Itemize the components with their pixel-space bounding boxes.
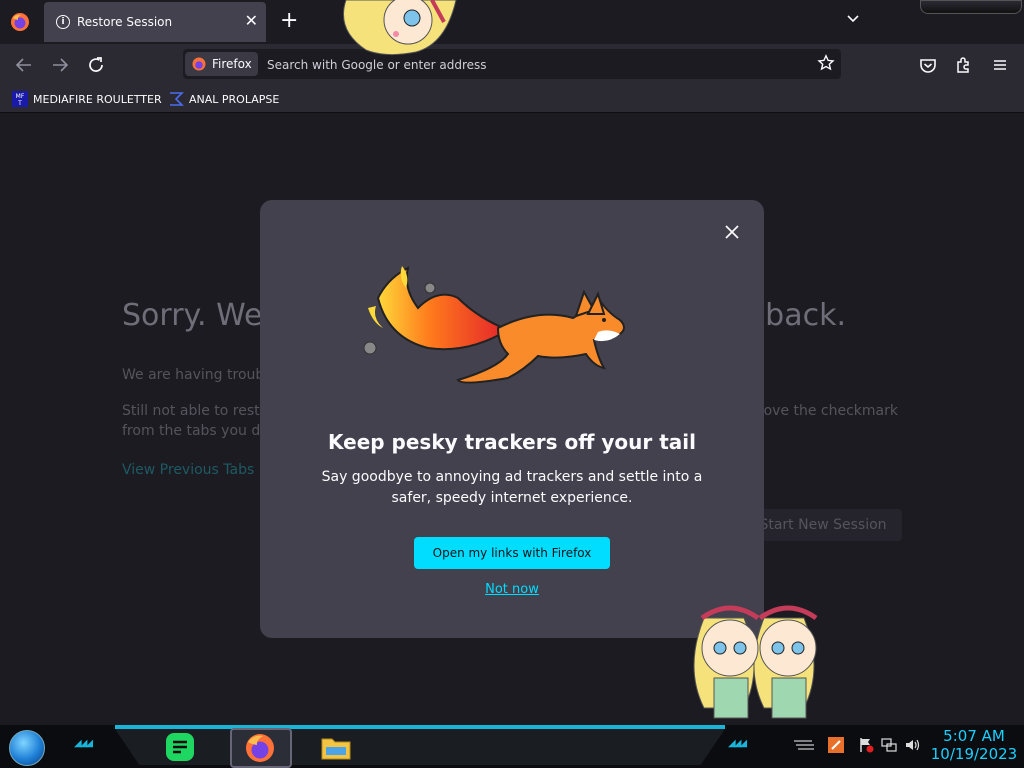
chevron-down-icon[interactable] <box>846 12 860 26</box>
sigma-favicon-icon <box>170 92 184 106</box>
flag-icon[interactable] <box>858 737 874 753</box>
extensions-icon[interactable] <box>952 53 976 77</box>
bookmark-label: MEDIAFIRE ROULETTER <box>33 92 162 106</box>
menu-icon[interactable] <box>988 53 1012 77</box>
firefox-icon <box>246 734 274 762</box>
tab-strip: i Restore Session ✕ + <box>0 0 1024 44</box>
page-text-line-1: We are having troubl <box>122 367 269 383</box>
svg-text:T: T <box>17 100 22 107</box>
address-input[interactable] <box>265 55 789 75</box>
clock-date: 10/19/2023 <box>930 745 1018 763</box>
line2-end: move the checkmark <box>749 403 898 419</box>
navigation-toolbar: Firefox <box>0 44 1024 86</box>
close-tab-icon[interactable]: ✕ <box>245 11 258 30</box>
identity-box[interactable]: Firefox <box>185 52 258 76</box>
bookmarks-toolbar: MF T MEDIAFIRE ROULETTER ANAL PROLAPSE <box>0 86 1024 113</box>
dialog-description: Say goodbye to annoying ad trackers and … <box>321 469 703 506</box>
taskbar-decoration-right: ◢◢◢ <box>728 738 747 749</box>
pocket-icon[interactable] <box>916 53 940 77</box>
network-icon[interactable] <box>881 737 897 753</box>
heading-end: back. <box>765 298 846 333</box>
view-previous-tabs-link[interactable]: View Previous Tabs <box>122 462 254 478</box>
close-icon[interactable] <box>722 222 742 242</box>
messages-icon[interactable] <box>164 731 196 763</box>
back-icon[interactable] <box>12 53 36 77</box>
taskbar-body <box>115 729 725 765</box>
start-orb-icon[interactable] <box>9 730 45 766</box>
dialog-title: Keep pesky trackers off your tail <box>328 430 696 454</box>
taskbar: ◢◢◢ ◢◢◢ 5:07 AM 10/19/2023 <box>0 725 1024 768</box>
plus-icon[interactable]: + <box>280 8 298 33</box>
fox-illustration <box>363 266 625 384</box>
svg-text:MF: MF <box>16 93 25 100</box>
taskbar-clock[interactable]: 5:07 AM 10/19/2023 <box>928 727 1020 763</box>
taskbar-decoration-left: ◢◢◢ <box>74 738 93 749</box>
bookmark-label: ANAL PROLAPSE <box>189 92 280 106</box>
taskbar-glow <box>115 725 725 729</box>
star-icon[interactable] <box>817 54 835 72</box>
clock-time: 5:07 AM <box>943 727 1005 745</box>
taskbar-active-firefox[interactable] <box>230 728 292 768</box>
app-tray-icon[interactable] <box>828 737 844 753</box>
tab-restore-session[interactable]: i Restore Session ✕ <box>44 2 266 42</box>
show-hidden-icons-icon[interactable] <box>792 737 816 753</box>
firefox-icon[interactable] <box>10 12 30 32</box>
identity-label: Firefox <box>212 57 252 71</box>
cartoon-girl-sticker-top <box>343 0 457 56</box>
reload-icon[interactable] <box>84 53 108 77</box>
firefox-icon <box>192 57 206 71</box>
bookmark-anal-prolapse[interactable]: ANAL PROLAPSE <box>168 90 279 108</box>
info-icon: i <box>56 15 70 29</box>
line3: from the tabs you do <box>122 423 269 439</box>
volume-icon[interactable] <box>904 737 920 753</box>
url-bar[interactable]: Firefox <box>183 49 841 79</box>
file-explorer-icon[interactable] <box>320 731 352 763</box>
window-decoration <box>920 0 1022 14</box>
bookmark-mediafire-rouletter[interactable]: MF T MEDIAFIRE ROULETTER <box>12 90 162 108</box>
not-now-link[interactable]: Not now <box>260 582 764 597</box>
cartoon-girl-sticker-bottom <box>693 605 818 719</box>
tracker-promo-dialog: Keep pesky trackers off your tail Say go… <box>260 200 764 638</box>
open-links-with-firefox-button[interactable]: Open my links with Firefox <box>414 537 610 569</box>
start-new-session-button[interactable]: Start New Session <box>744 509 902 541</box>
tab-title: Restore Session <box>77 15 173 29</box>
line2-start: Still not able to resto <box>122 403 269 419</box>
mediafire-favicon-icon: MF T <box>12 91 28 107</box>
forward-icon[interactable] <box>48 53 72 77</box>
heading-start: Sorry. We’ <box>122 298 272 333</box>
